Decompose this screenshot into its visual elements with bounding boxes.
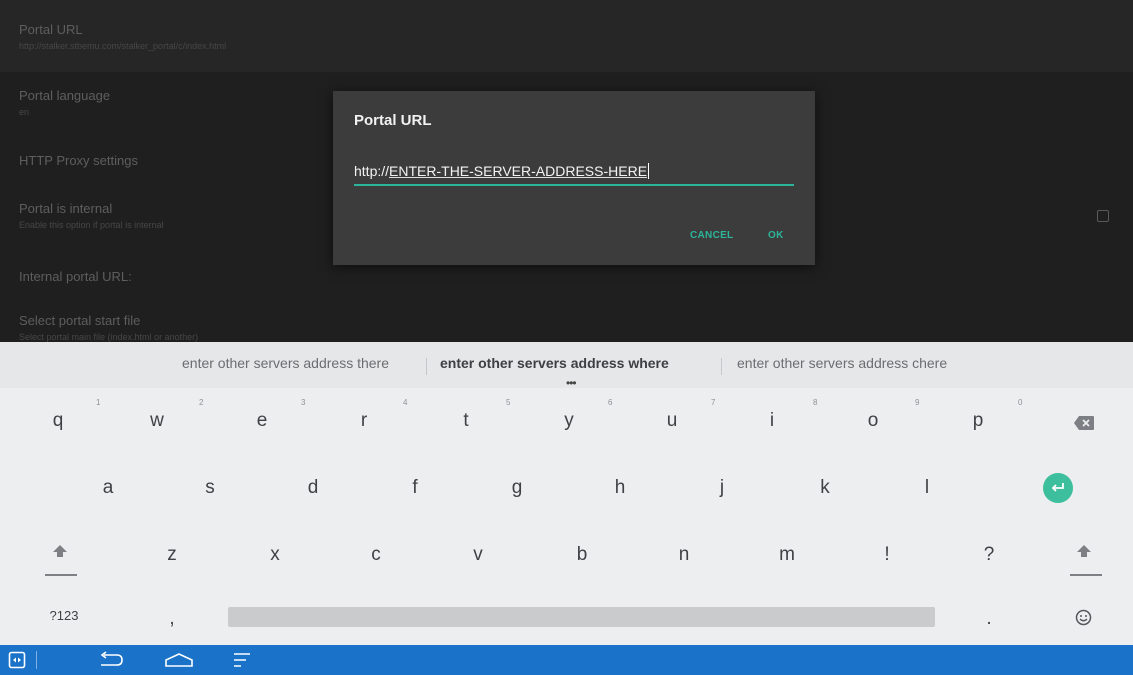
- key-x[interactable]: x: [270, 544, 280, 566]
- key-a[interactable]: a: [103, 477, 114, 499]
- pref-internal-portal-url[interactable]: Internal portal URL:: [0, 269, 1133, 299]
- pref-subtitle: Select portal main file (index.html or a…: [19, 332, 199, 342]
- key-i[interactable]: i: [770, 410, 774, 432]
- key-m[interactable]: m: [779, 544, 795, 566]
- pref-title: Portal URL: [19, 22, 83, 37]
- key-hint: 0: [1018, 398, 1023, 407]
- key-period[interactable]: .: [986, 608, 991, 630]
- space-bar[interactable]: [228, 607, 935, 627]
- key-j[interactable]: j: [720, 477, 724, 499]
- key-hint: 4: [403, 398, 408, 407]
- key-hint: 5: [506, 398, 511, 407]
- portal-internal-checkbox[interactable]: [1097, 210, 1109, 222]
- key-z[interactable]: z: [167, 544, 177, 566]
- text-cursor: [648, 163, 650, 179]
- suggestion-strip: enter other servers address there enter …: [0, 342, 1133, 390]
- key-o[interactable]: o: [868, 410, 879, 432]
- key-t[interactable]: t: [463, 410, 468, 432]
- key-c[interactable]: c: [371, 544, 381, 566]
- pref-title: Internal portal URL:: [19, 269, 132, 284]
- key-s[interactable]: s: [205, 477, 215, 499]
- key-v[interactable]: v: [473, 544, 483, 566]
- pref-portal-url[interactable]: Portal URL http://stalker.stbemu.com/sta…: [0, 0, 1133, 72]
- suggestion-divider: [426, 358, 427, 375]
- suggestion-center[interactable]: enter other servers address where: [440, 355, 669, 371]
- key-d[interactable]: d: [308, 477, 319, 499]
- pref-portal-start-file[interactable]: Select portal start file Select portal m…: [0, 313, 1133, 342]
- portal-url-dialog: Portal URL http://ENTER-THE-SERVER-ADDRE…: [333, 91, 815, 265]
- key-w[interactable]: w: [150, 410, 164, 432]
- key-question[interactable]: ?: [984, 544, 995, 566]
- soft-keyboard: enter other servers address there enter …: [0, 342, 1133, 645]
- key-hint: 7: [711, 398, 716, 407]
- back-icon[interactable]: [97, 651, 125, 669]
- key-exclamation[interactable]: !: [884, 544, 889, 566]
- navigation-bar: [0, 645, 1133, 675]
- input-value: ENTER-THE-SERVER-ADDRESS-HERE: [389, 163, 648, 179]
- key-hint: 3: [301, 398, 306, 407]
- emoji-icon[interactable]: [1075, 609, 1092, 626]
- ok-button[interactable]: OK: [768, 230, 784, 241]
- shift-underline: [1070, 574, 1102, 576]
- key-hint: 2: [199, 398, 204, 407]
- key-u[interactable]: u: [667, 410, 678, 432]
- enter-icon: [1051, 483, 1064, 492]
- key-b[interactable]: b: [577, 544, 588, 566]
- shift-right-icon[interactable]: [1076, 544, 1092, 558]
- key-hint: 6: [608, 398, 613, 407]
- app-switch-icon[interactable]: [8, 651, 26, 669]
- key-symbols[interactable]: ?123: [50, 608, 79, 623]
- pref-title: Select portal start file: [19, 313, 141, 328]
- key-h[interactable]: h: [615, 477, 626, 499]
- portal-url-input[interactable]: http://ENTER-THE-SERVER-ADDRESS-HERE: [354, 162, 794, 186]
- key-hint: 1: [96, 398, 101, 407]
- nav-separator: [36, 651, 37, 669]
- shift-left-icon[interactable]: [52, 544, 68, 558]
- backspace-icon[interactable]: [1073, 415, 1095, 431]
- key-y[interactable]: y: [564, 410, 574, 432]
- key-n[interactable]: n: [679, 544, 690, 566]
- input-prefix: http://: [354, 163, 390, 179]
- key-hint: 8: [813, 398, 818, 407]
- key-hint: 9: [915, 398, 920, 407]
- home-icon[interactable]: [163, 651, 195, 669]
- key-r[interactable]: r: [361, 410, 367, 432]
- key-e[interactable]: e: [257, 410, 268, 432]
- suggestion-right[interactable]: enter other servers address chere: [737, 355, 947, 371]
- key-l[interactable]: l: [925, 477, 929, 499]
- dialog-title: Portal URL: [354, 112, 432, 129]
- enter-key[interactable]: [1043, 473, 1073, 503]
- shift-underline: [45, 574, 77, 576]
- key-k[interactable]: k: [820, 477, 830, 499]
- more-suggestions[interactable]: •••: [566, 376, 577, 390]
- menu-icon[interactable]: [232, 651, 252, 669]
- key-comma[interactable]: ,: [169, 608, 174, 630]
- cancel-button[interactable]: CANCEL: [690, 230, 733, 241]
- key-f[interactable]: f: [412, 477, 417, 499]
- pref-subtitle: http://stalker.stbemu.com/stalker_portal…: [19, 41, 227, 51]
- key-g[interactable]: g: [512, 477, 523, 499]
- key-p[interactable]: p: [973, 410, 984, 432]
- suggestion-divider: [721, 358, 722, 375]
- suggestion-left[interactable]: enter other servers address there: [182, 355, 389, 371]
- key-q[interactable]: q: [53, 410, 64, 432]
